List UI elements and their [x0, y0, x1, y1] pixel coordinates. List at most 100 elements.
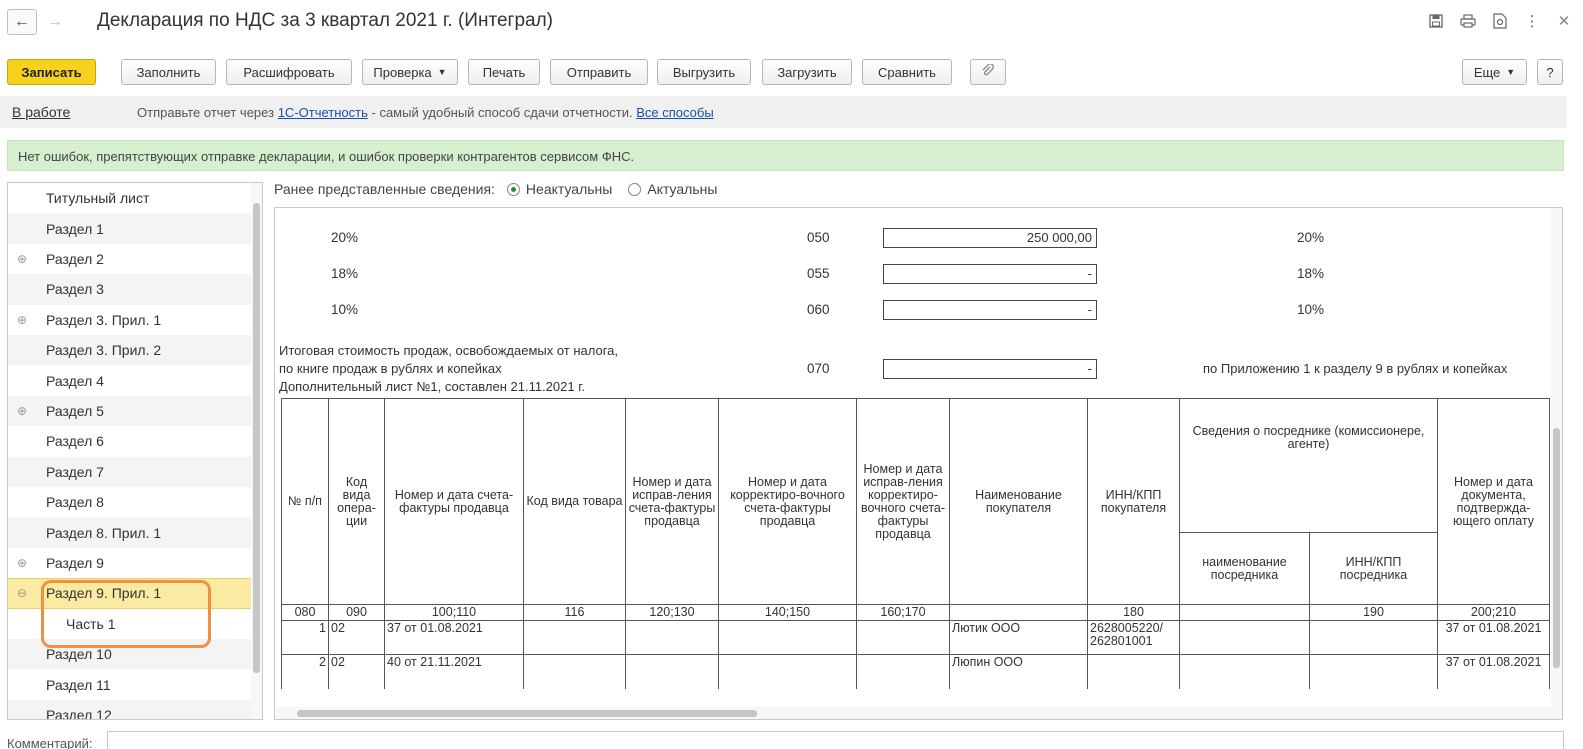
table-row[interactable]: 1 02 37 от 01.08.2021 Лютик ООО 2628005220/ … [281, 620, 1550, 655]
print-button[interactable]: Печать [468, 59, 540, 85]
field-050[interactable]: 250 000,00 [883, 228, 1097, 248]
comment-input[interactable] [107, 731, 1564, 749]
column-code: 160;170 [856, 604, 950, 621]
column-code: 180 [1087, 604, 1180, 621]
1c-reporting-link[interactable]: 1С-Отчетность [278, 105, 368, 120]
import-button[interactable]: Загрузить [762, 59, 852, 85]
column-code: 090 [328, 604, 385, 621]
save-button[interactable]: Записать [7, 59, 96, 85]
cell-goods [523, 654, 626, 689]
sidebar-item[interactable]: Раздел 8. Прил. 1 [8, 517, 252, 548]
decode-button[interactable]: Расшифровать [226, 59, 352, 85]
help-button[interactable]: ? [1537, 59, 1563, 85]
compare-button[interactable]: Сравнить [862, 59, 952, 85]
send-button[interactable]: Отправить [550, 59, 648, 85]
check-dropdown-button[interactable]: Проверка ▼ [362, 59, 458, 85]
rate-20-label: 20% [331, 230, 359, 245]
cell-inv: 40 от 21.11.2021 [384, 654, 524, 689]
all-methods-link[interactable]: Все способы [636, 105, 713, 120]
sidebar-item[interactable]: ⊕ Раздел 5 [8, 395, 252, 427]
sidebar-item[interactable]: Титульный лист [8, 183, 252, 213]
sidebar-item[interactable]: Раздел 8 [8, 487, 252, 517]
sidebar-item[interactable]: Раздел 4 [8, 365, 252, 395]
prior-info-label: Ранее представленные сведения: [274, 181, 495, 197]
header-buyer: Наименование покупателя [949, 398, 1088, 605]
cell-op: 02 [328, 620, 385, 655]
expand-icon[interactable]: ⊕ [17, 556, 27, 570]
sidebar-item[interactable]: ⊕ Раздел 9 [8, 548, 252, 578]
forward-arrow-icon[interactable]: → [40, 9, 70, 35]
expand-icon[interactable]: ⊕ [17, 252, 27, 266]
header-agent: Сведения о посреднике (комиссионере, аге… [1179, 398, 1438, 533]
radio-actual[interactable] [628, 182, 642, 196]
form-vscroll-thumb[interactable] [1553, 428, 1560, 668]
close-icon[interactable]: ✕ [1555, 12, 1573, 30]
declaration-form: 20% 050 250 000,00 20% 18% 055 - 18% 10%… [274, 207, 1563, 720]
cell-inn: 2628005220/ 262801001 [1087, 620, 1180, 655]
cell-payment: 37 от 01.08.2021 [1437, 654, 1550, 689]
field-055[interactable]: - [883, 264, 1097, 284]
header-fix-corr: Номер и дата исправ-ления корректиро-воч… [856, 398, 950, 605]
sidebar-item[interactable]: ⊕ Раздел 3. Прил. 1 [8, 305, 252, 335]
banner-text: Нет ошибок, препятствующих отправке декл… [18, 149, 635, 164]
sidebar-item-label: Раздел 3. Прил. 2 [46, 342, 162, 359]
back-arrow-icon[interactable]: ← [7, 9, 37, 35]
expand-icon[interactable]: ⊕ [17, 313, 27, 327]
status-link[interactable]: В работе [12, 104, 70, 120]
more-button-label: Еще [1473, 64, 1501, 80]
comment-label: Комментарий: [7, 736, 93, 749]
field-070[interactable]: - [883, 359, 1097, 379]
status-message-middle: - самый удобный способ сдачи отчетности. [371, 105, 633, 120]
sidebar-item[interactable]: Раздел 1 [8, 213, 252, 244]
more-vertical-icon[interactable]: ⋮ [1523, 12, 1541, 30]
code-050: 050 [807, 230, 830, 245]
rate-10-right: 10% [1297, 302, 1325, 317]
cell-fix [625, 620, 719, 655]
radio-not-actual-label[interactable]: Неактуальны [526, 181, 612, 197]
form-hscroll-thumb[interactable] [297, 710, 757, 717]
nav-scrollbar[interactable] [251, 183, 262, 719]
header-corr: Номер и дата корректиро-вочного счета-фа… [718, 398, 857, 605]
save-disk-icon[interactable] [1427, 12, 1445, 30]
cell-corr [718, 620, 857, 655]
export-button[interactable]: Выгрузить [657, 59, 751, 85]
sidebar-item-label: Раздел 2 [46, 250, 104, 267]
fill-button[interactable]: Заполнить [121, 59, 216, 85]
radio-not-actual[interactable] [506, 182, 520, 196]
sidebar-item-label: Раздел 7 [46, 463, 104, 480]
collapse-icon[interactable]: ⊖ [17, 586, 27, 600]
column-code: 120;130 [625, 604, 719, 621]
radio-actual-label[interactable]: Актуальны [647, 181, 717, 197]
print-icon[interactable] [1459, 12, 1477, 30]
sidebar-item-label: Раздел 12 [46, 706, 112, 720]
field-060[interactable]: - [883, 300, 1097, 320]
header-fix: Номер и дата исправ-ления счета-фактуры … [625, 398, 719, 605]
code-070: 070 [807, 361, 830, 376]
chevron-down-icon: ▼ [1506, 67, 1516, 77]
nav-scroll-thumb[interactable] [253, 203, 260, 673]
codes-row: 080 090 100;110 116 120;130 140;150 160;170 180… [281, 604, 1550, 621]
form-vscrollbar[interactable] [1551, 208, 1562, 708]
sidebar-item[interactable]: Раздел 6 [8, 426, 252, 456]
cell-corr [718, 654, 857, 689]
sidebar-item[interactable]: Раздел 3. Прил. 2 [8, 335, 252, 366]
expand-icon[interactable]: ⊕ [17, 404, 27, 418]
header-payment: Номер и дата документа, подтвержда-ющего… [1437, 398, 1550, 605]
sidebar-item[interactable]: ⊕ Раздел 2 [8, 244, 252, 274]
sidebar-item[interactable]: Раздел 3 [8, 274, 252, 305]
cell-num: 1 [281, 620, 329, 655]
table-row[interactable]: 2 02 40 от 21.11.2021 Люпин ООО 37 от 01.08.… [281, 654, 1550, 689]
column-code: 100;110 [384, 604, 524, 621]
status-message: Отправьте отчет через 1С-Отчетность - са… [137, 105, 714, 120]
more-dropdown-button[interactable]: Еще ▼ [1462, 59, 1527, 85]
sidebar-item-label: Раздел 8 [46, 494, 104, 511]
attachment-button[interactable] [970, 59, 1006, 85]
form-hscrollbar[interactable] [275, 707, 1562, 719]
preview-icon[interactable] [1491, 12, 1509, 30]
sidebar-item[interactable]: Раздел 12 [8, 699, 252, 720]
cell-payment: 37 от 01.08.2021 [1437, 620, 1550, 655]
sidebar-item-label: Раздел 1 [46, 220, 104, 237]
rate-10-label: 10% [331, 302, 359, 317]
sidebar-item[interactable]: Раздел 7 [8, 456, 252, 487]
sidebar-item[interactable]: Раздел 11 [8, 669, 252, 699]
